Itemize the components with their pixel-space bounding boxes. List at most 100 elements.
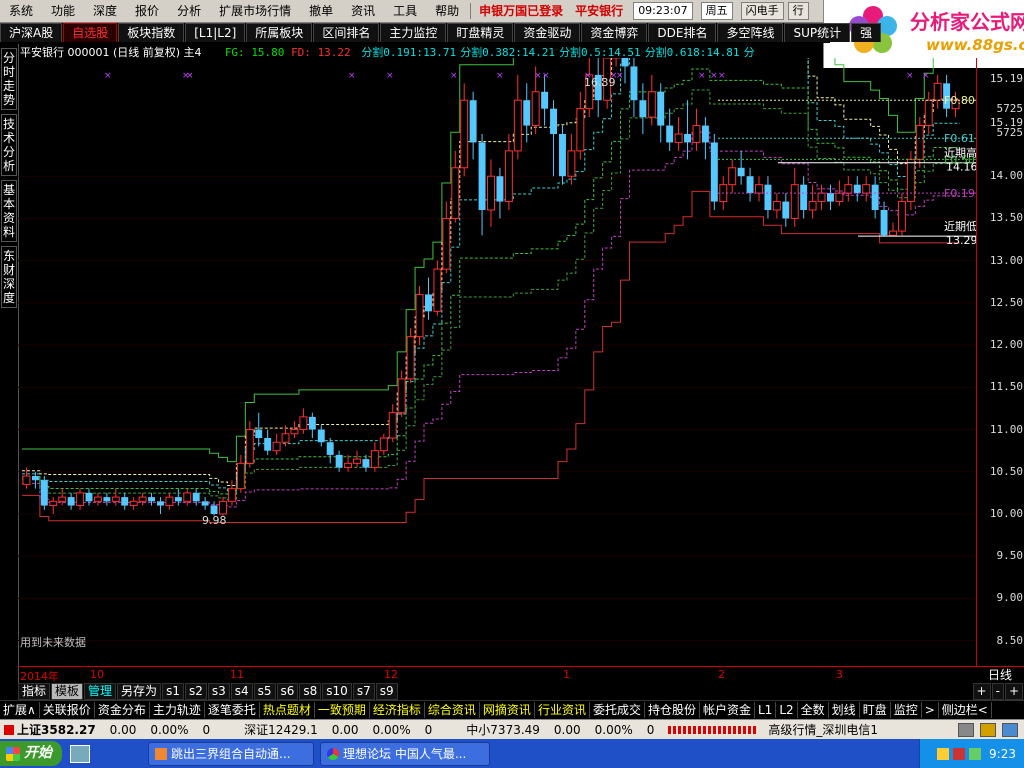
func-button-16[interactable]: 全数	[798, 702, 829, 718]
func-button-13[interactable]: 帐户资金	[700, 702, 755, 718]
flash-order-button[interactable]: 闪电手	[740, 2, 784, 20]
menu-item-4[interactable]: 分析	[168, 0, 210, 22]
candle-body	[559, 134, 566, 177]
func-button-0[interactable]: 扩展∧	[0, 702, 40, 718]
indicator-tab-2[interactable]: 管理	[84, 682, 117, 700]
candle-body	[835, 192, 844, 203]
sidebar-tab-3[interactable]: 东财深度	[1, 246, 17, 308]
y-tick-8: 10.00	[989, 507, 1023, 520]
tab-7[interactable]: 盯盘精灵	[447, 23, 514, 42]
alert-icon[interactable]	[980, 722, 996, 737]
tab-12[interactable]: SUP统计	[784, 23, 851, 42]
indicator-tab-9[interactable]: s6	[276, 682, 299, 700]
func-button-12[interactable]: 持仓股份	[645, 702, 700, 718]
func-button-7[interactable]: 经济指标	[370, 702, 425, 718]
tab-11[interactable]: 多空阵线	[717, 23, 784, 42]
tab-5[interactable]: 区间排名	[313, 23, 380, 42]
func-button-10[interactable]: 行业资讯	[535, 702, 590, 718]
indicator-tab-5[interactable]: s2	[184, 682, 207, 700]
menu-item-8[interactable]: 工具	[384, 0, 426, 22]
taskbar-item-app[interactable]: 跳出三界组合自动通...	[148, 741, 314, 766]
func-button-17[interactable]: 划线	[829, 702, 860, 718]
indicator-control-2[interactable]: +	[1004, 682, 1023, 700]
tab-3[interactable]: [L1|L2]	[185, 23, 246, 42]
func-button-11[interactable]: 委托成交	[590, 702, 645, 718]
menu-item-2[interactable]: 深度	[84, 0, 126, 22]
menu-item-7[interactable]: 资讯	[342, 0, 384, 22]
indicator-tab-11[interactable]: s10	[322, 682, 352, 700]
func-button-3[interactable]: 主力轨迹	[150, 702, 205, 718]
func-button-18[interactable]: 盯盘	[860, 702, 891, 718]
start-button[interactable]: 开始	[0, 741, 62, 766]
sz-index[interactable]: 深证12429.1	[244, 721, 318, 738]
tab-2[interactable]: 板块指数	[118, 23, 185, 42]
y-tick-6: 11.00	[989, 422, 1023, 436]
indicator-tab-7[interactable]: s4	[230, 682, 253, 700]
signal-marker: ×	[922, 71, 930, 81]
sidebar-tab-0[interactable]: 分时走势	[1, 48, 17, 110]
zx-pct: 0.00%	[594, 722, 633, 737]
func-button-14[interactable]: L1	[755, 702, 777, 718]
zx-index[interactable]: 中小7373.49	[466, 721, 540, 738]
clock[interactable]: 9:23	[989, 747, 1016, 761]
indicator-control-0[interactable]: +	[972, 682, 991, 700]
menu-item-0[interactable]: 系统	[0, 0, 42, 22]
f019-label: F0.19	[944, 187, 975, 200]
func-button-2[interactable]: 资金分布	[95, 702, 150, 718]
func-button-1[interactable]: 关联报价	[40, 702, 95, 718]
func-button-5[interactable]: 热点题材	[260, 702, 315, 718]
sidebar-tab-2[interactable]: 基本资料	[1, 180, 17, 242]
settings-icon[interactable]	[1002, 722, 1018, 737]
fib-line-3	[22, 89, 960, 501]
tab-6[interactable]: 主力监控	[380, 23, 447, 42]
func-button-15[interactable]: L2	[776, 702, 798, 718]
tray-icon-b[interactable]	[953, 747, 966, 760]
tab-8[interactable]: 资金驱动	[514, 23, 581, 42]
tray-icon-c[interactable]	[969, 747, 982, 760]
indicator-control-1[interactable]: -	[991, 682, 1004, 700]
sidebar-tab-1[interactable]: 技术分析	[1, 114, 17, 176]
desktop-icon[interactable]	[70, 744, 90, 763]
windows-taskbar: 开始 跳出三界组合自动通... 理想论坛 中国人气最... 9:23	[0, 739, 1024, 768]
func-button-9[interactable]: 网摘资讯	[480, 702, 535, 718]
menu-item-6[interactable]: 撤单	[300, 0, 342, 22]
func-button-20[interactable]: >	[922, 702, 939, 718]
candle-body	[567, 150, 576, 177]
tab-0[interactable]: 沪深A股	[0, 23, 63, 42]
func-button-8[interactable]: 综合资讯	[425, 702, 480, 718]
func-button-21[interactable]: 侧边栏<	[939, 702, 992, 718]
tab-9[interactable]: 资金博弈	[581, 23, 648, 42]
tab-4[interactable]: 所属板块	[246, 23, 313, 42]
taskbar-item-browser[interactable]: 理想论坛 中国人气最...	[320, 741, 490, 766]
indicator-tab-1[interactable]: 模板	[51, 682, 84, 700]
menu-item-9[interactable]: 帮助	[426, 0, 468, 22]
func-button-19[interactable]: 监控	[891, 702, 922, 718]
tab-1[interactable]: 自选股	[63, 23, 118, 42]
indicator-tab-0[interactable]: 指标	[18, 682, 51, 700]
indicator-tab-4[interactable]: s1	[162, 682, 184, 700]
indicator-tab-8[interactable]: s5	[253, 682, 276, 700]
menu-item-3[interactable]: 报价	[126, 0, 168, 22]
sh-index[interactable]: 上证3582.27	[17, 721, 96, 738]
tab-13[interactable]: 强	[851, 23, 882, 42]
network-icon[interactable]	[958, 722, 974, 737]
trade-button[interactable]: 行	[787, 2, 809, 20]
menu-item-5[interactable]: 扩展市场行情	[210, 0, 300, 22]
candle-body	[871, 184, 879, 210]
tab-10[interactable]: DDE排名	[648, 23, 717, 42]
menu-item-1[interactable]: 功能	[42, 0, 84, 22]
indicator-tab-10[interactable]: s8	[299, 682, 322, 700]
indicator-tab-6[interactable]: s3	[207, 682, 230, 700]
candle-body	[915, 125, 924, 160]
candle-body	[523, 100, 531, 126]
indicator-tab-3[interactable]: 另存为	[117, 682, 162, 700]
indicator-tab-12[interactable]: s7	[352, 682, 375, 700]
period-label[interactable]: 日线	[976, 666, 1024, 683]
tray-icon-a[interactable]	[937, 747, 950, 760]
func-button-4[interactable]: 逐笔委托	[205, 702, 260, 718]
indicator-tab-13[interactable]: s9	[375, 682, 398, 700]
candlestick-chart[interactable]: × × × × × × × × × × × × × × × × × 16.39 9.98 F0.80 F0.61 F0.5…	[18, 58, 976, 666]
func-button-6[interactable]: 一致预期	[315, 702, 370, 718]
current-stock-name[interactable]: 平安银行	[569, 0, 629, 22]
candle-body	[93, 496, 102, 502]
